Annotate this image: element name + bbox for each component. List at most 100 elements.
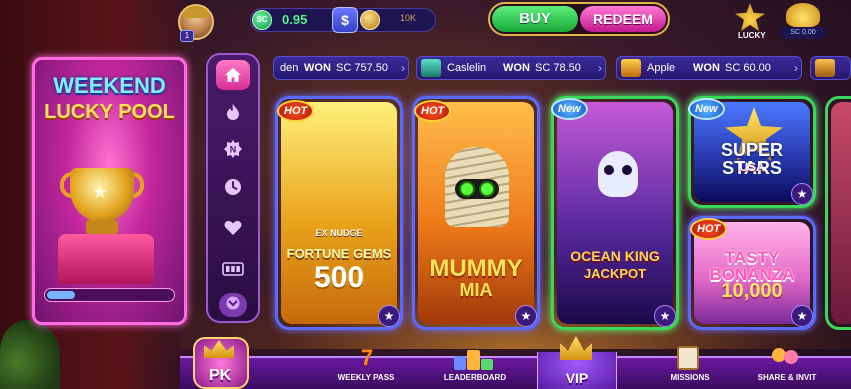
skeleton-pirate	[598, 151, 638, 197]
nav-leaderboard[interactable]: LEADERBOARD	[440, 346, 510, 389]
buy-button[interactable]: BUY	[492, 6, 578, 32]
pool-progress-bar	[44, 288, 175, 302]
category-jackpot[interactable]	[216, 254, 250, 284]
star-icon[interactable]: ★	[515, 305, 537, 327]
ticker-item: Apple WON SC 60.00 ›	[616, 56, 802, 80]
podium-decoration	[58, 234, 154, 284]
podium-block-2	[454, 356, 466, 370]
star-icon[interactable]: ★	[378, 305, 400, 327]
game-card-partial[interactable]	[825, 96, 851, 330]
game-subtitle: EX NUDGE	[315, 228, 363, 238]
ticker-won-label: WON	[693, 62, 720, 74]
category-favorites[interactable]	[216, 213, 250, 243]
star-icon[interactable]: ★	[791, 305, 813, 327]
nav-label: VIP	[565, 370, 589, 386]
star-icon: ★	[92, 182, 109, 202]
game-card-mummy-mia[interactable]: MUMMY MIA ★	[412, 96, 540, 330]
svg-text:N: N	[230, 145, 237, 155]
game-title: FORTUNE GEMS	[286, 246, 392, 261]
game-title-line2: 10,000	[721, 280, 783, 302]
skull-eye-right	[622, 165, 632, 175]
gold-coin-icon	[360, 10, 380, 30]
ticker-item: Caslelin WON SC 78.50 ›	[416, 56, 606, 80]
game-card-ocean-king[interactable]: OCEAN KING JACKPOT ★	[551, 96, 679, 330]
chevron-right-icon: ›	[401, 61, 405, 75]
chevron-right-icon: ›	[598, 61, 602, 75]
lucky-star-icon[interactable]	[735, 3, 765, 31]
trophy-base	[86, 220, 118, 234]
mummy-eye-left	[459, 181, 475, 197]
ticker-amount: SC 757.50	[336, 62, 388, 74]
sweep-coin-balance: 0.95	[282, 12, 308, 27]
pool-progress-fill	[47, 291, 75, 299]
podium-icon	[454, 348, 494, 370]
ticker-player-name: den	[280, 62, 299, 74]
fire-icon	[225, 103, 241, 121]
pool-subtitle: LUCKY POOL	[44, 101, 175, 123]
game-title: MUMMY	[429, 255, 523, 282]
weekly-pass-icon: 7	[360, 345, 374, 370]
new-badge: New	[688, 98, 725, 120]
ticker-amount: SC 60.00	[725, 62, 771, 74]
category-recent[interactable]	[216, 172, 250, 202]
hot-badge: HOT	[690, 218, 728, 240]
new-icon: N	[224, 140, 242, 158]
podium-block-1	[467, 350, 480, 370]
category-home[interactable]	[216, 60, 250, 90]
skull-eye-left	[604, 165, 614, 175]
ticker-item	[810, 56, 851, 80]
person-head-2	[784, 350, 798, 364]
ticker-won-label: WON	[304, 62, 331, 74]
treasure-value: SC 0.00	[780, 27, 826, 39]
winners-ticker: den WON SC 757.50 › Caslelin WON SC 78.5…	[273, 56, 851, 80]
game-title-line2: JACKPOT	[583, 266, 647, 281]
heart-icon	[224, 220, 242, 236]
hot-badge: HOT	[277, 100, 315, 122]
pool-title: WEEKEND	[53, 73, 166, 98]
game-thumb-icon	[815, 59, 835, 77]
nav-label: SHARE & INVIT	[757, 373, 817, 382]
currency-swap-button[interactable]: $	[332, 7, 358, 33]
pk-label: PK	[209, 367, 232, 384]
ticker-item: den WON SC 757.50 ›	[273, 56, 409, 80]
game-art	[557, 102, 673, 324]
home-icon	[224, 67, 242, 83]
gold-coin-balance: 10K	[400, 13, 417, 23]
jackpot-icon	[222, 262, 244, 276]
nav-label: MISSIONS	[670, 373, 710, 382]
ticker-player-name: Apple	[647, 62, 676, 74]
game-thumb-icon	[621, 59, 641, 77]
nav-missions[interactable]: MISSIONS	[660, 346, 720, 389]
chevron-down-icon	[226, 296, 240, 315]
category-hot[interactable]	[216, 97, 250, 127]
game-title: TASTY BONANZA	[709, 248, 795, 284]
clipboard-icon	[677, 346, 699, 370]
game-card-fortune-gems[interactable]: EX NUDGE FORTUNE GEMS 500 ★	[275, 96, 403, 330]
game-art	[831, 102, 851, 324]
clock-icon	[224, 178, 242, 196]
buy-redeem-toggle: BUY REDEEM	[488, 2, 670, 36]
nav-label: WEEKLY PASS	[337, 373, 395, 382]
treasure-icon[interactable]	[786, 3, 820, 27]
game-thumb-icon	[421, 59, 441, 77]
redeem-button[interactable]: REDEEM	[580, 6, 666, 32]
game-title-line2: 500	[313, 261, 365, 294]
game-title-line2: USA	[739, 160, 765, 174]
category-new[interactable]: N	[216, 134, 250, 164]
game-title-line2: MIA	[459, 280, 493, 300]
ticker-player-name: Caslelin	[447, 62, 487, 74]
chevron-right-icon: ›	[794, 61, 798, 75]
nav-weekly-pass[interactable]: 7 WEEKLY PASS	[336, 346, 396, 389]
collapse-toggle[interactable]	[219, 293, 247, 317]
new-badge: New	[551, 98, 588, 120]
ticker-amount: SC 78.50	[535, 62, 581, 74]
ticker-won-label: WON	[503, 62, 530, 74]
people-icon	[770, 346, 802, 370]
podium-block-3	[481, 359, 493, 370]
lucky-label: LUCKY	[738, 31, 766, 40]
hot-badge: HOT	[414, 100, 452, 122]
mummy-eye-right	[479, 181, 495, 197]
star-icon[interactable]: ★	[791, 183, 813, 205]
star-icon[interactable]: ★	[654, 305, 676, 327]
nav-share-invite[interactable]: SHARE & INVIT	[752, 346, 822, 389]
